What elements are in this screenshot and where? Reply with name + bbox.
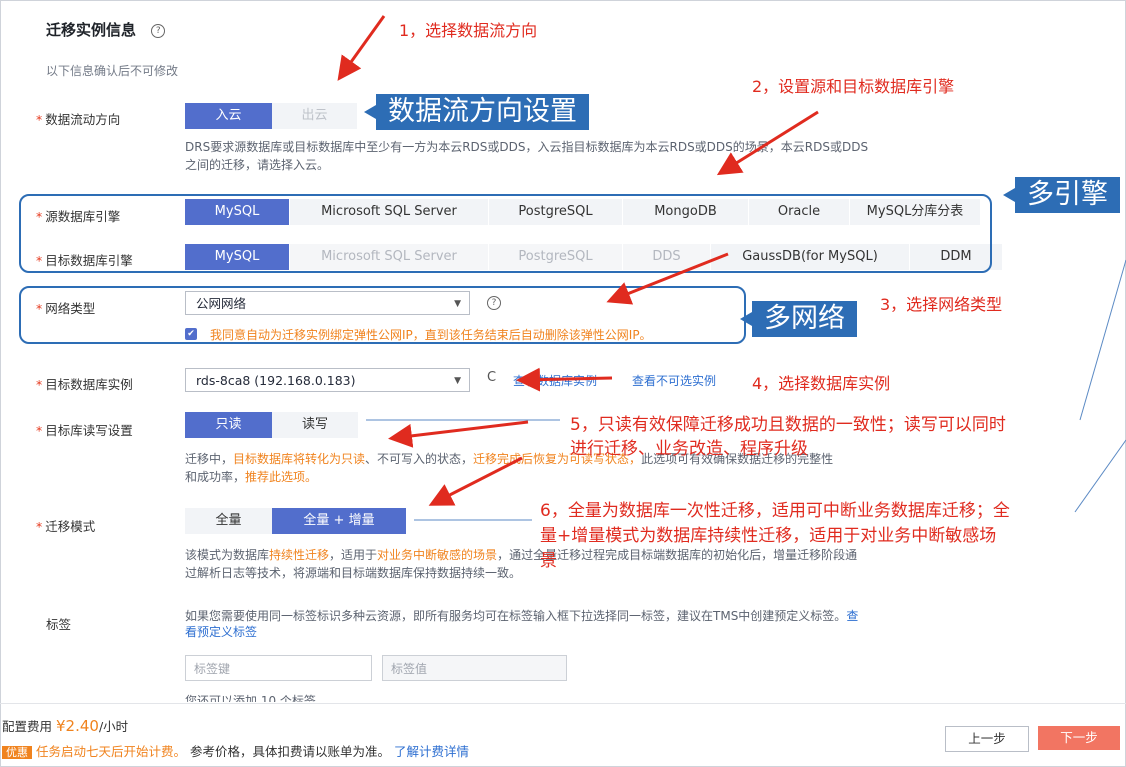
connector-rw-right bbox=[1079, 259, 1126, 421]
connector-mode-right bbox=[1074, 439, 1126, 513]
arrow-4 bbox=[516, 367, 613, 392]
arrow-1 bbox=[337, 15, 386, 81]
annotation-arrows bbox=[337, 15, 1126, 521]
arrow-6 bbox=[428, 456, 523, 506]
arrow-2 bbox=[716, 110, 819, 176]
arrow-5 bbox=[388, 420, 529, 448]
arrow-3 bbox=[606, 252, 729, 305]
